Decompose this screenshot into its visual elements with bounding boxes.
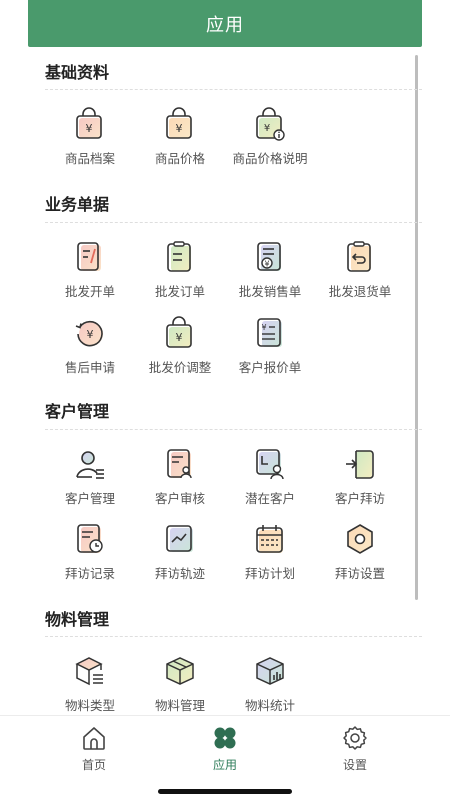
tab-label: 首页 — [81, 758, 106, 772]
trend-chart-icon — [166, 525, 193, 552]
app-item-label: 拜访设置 — [334, 566, 385, 581]
section-divider — [45, 222, 422, 223]
app-item-label: 批发开单 — [64, 284, 115, 299]
app-item-wholesale-sales[interactable]: ¥ 批发销售单 — [225, 239, 315, 301]
box-stats-icon — [256, 657, 284, 685]
shopping-bag-yen-icon: ¥ — [76, 107, 102, 139]
tab-label: 设置 — [342, 758, 367, 772]
app-item-visit-track[interactable]: 拜访轨迹 — [135, 521, 225, 583]
svg-text:¥: ¥ — [264, 123, 270, 134]
refund-yen-icon: ¥ — [75, 320, 103, 347]
shopping-bag-info-icon: ¥ — [256, 107, 285, 141]
svg-text:¥: ¥ — [261, 323, 266, 332]
apps-icon — [214, 727, 236, 749]
svg-text:¥: ¥ — [176, 331, 183, 344]
app-item-customer-visit[interactable]: 客户拜访 — [315, 446, 405, 508]
app-item-material-stats[interactable]: 物料统计 — [225, 653, 315, 715]
user-list-icon — [76, 451, 104, 479]
app-item-label: 商品价格 — [154, 151, 205, 166]
home-icon — [83, 727, 105, 750]
bottom-tab-bar: 首页 应用 设置 — [0, 715, 450, 800]
app-header: 应用 — [0, 0, 450, 47]
shopping-bag-yen-icon: ¥ — [166, 316, 192, 348]
section-title-material-mgmt: 物料管理 — [45, 610, 110, 629]
hexagon-settings-icon — [347, 524, 373, 554]
app-item-customer-quote[interactable]: ¥ 客户报价单 — [225, 315, 315, 377]
settings-icon — [343, 726, 367, 750]
svg-text:¥: ¥ — [87, 328, 94, 341]
scrollbar[interactable] — [415, 55, 418, 600]
app-item-label: 拜访轨迹 — [154, 566, 205, 581]
tab-apps[interactable]: 应用 — [185, 724, 265, 774]
app-item-material-type[interactable]: 物料类型 — [45, 653, 135, 715]
app-item-product-price[interactable]: ¥ 商品价格 — [135, 106, 225, 168]
app-item-price-adjust[interactable]: ¥ 批发价调整 — [135, 315, 225, 377]
visit-door-icon — [346, 450, 374, 479]
svg-text:¥: ¥ — [86, 122, 93, 135]
app-item-visit-records[interactable]: 拜访记录 — [45, 521, 135, 583]
tab-home[interactable]: 首页 — [54, 724, 134, 774]
potential-customer-icon — [256, 449, 284, 480]
app-item-label: 拜访记录 — [64, 566, 115, 581]
section-title-basic-data: 基础资料 — [45, 63, 110, 82]
app-item-label: 客户报价单 — [238, 360, 302, 375]
app-item-label: 物料统计 — [244, 698, 295, 713]
document-user-icon — [167, 449, 192, 479]
app-item-price-description[interactable]: ¥ 商品价格说明 — [225, 106, 315, 168]
app-item-material-management[interactable]: 物料管理 — [135, 653, 225, 715]
app-item-wholesale-billing[interactable]: 批发开单 — [45, 239, 135, 301]
app-item-wholesale-order[interactable]: 批发订单 — [135, 239, 225, 301]
box-list-icon — [75, 657, 103, 686]
app-item-label: 商品档案 — [64, 151, 115, 166]
app-item-label: 客户拜访 — [334, 491, 385, 506]
app-item-label: 拜访计划 — [244, 566, 295, 581]
app-item-customer-management[interactable]: 客户管理 — [45, 446, 135, 508]
page-title: 应用 — [206, 14, 244, 36]
app-item-label: 售后申请 — [64, 360, 115, 375]
app-item-label: 批发销售单 — [238, 284, 302, 299]
app-item-label: 客户管理 — [64, 491, 115, 506]
shopping-bag-yen-icon: ¥ — [166, 107, 192, 139]
app-item-label: 批发退货单 — [328, 284, 392, 299]
app-item-label: 物料类型 — [64, 698, 115, 713]
app-item-label: 批发订单 — [154, 284, 205, 299]
clipboard-icon — [167, 241, 191, 272]
box-icon — [166, 657, 194, 685]
app-item-product-archive[interactable]: ¥ 商品档案 — [45, 106, 135, 168]
tab-settings[interactable]: 设置 — [315, 724, 395, 774]
tab-label: 应用 — [212, 758, 237, 772]
app-item-potential-customer[interactable]: 潜在客户 — [225, 446, 315, 508]
app-item-wholesale-return[interactable]: 批发退货单 — [315, 239, 405, 301]
edit-document-icon — [77, 242, 101, 271]
app-item-label: 物料管理 — [154, 698, 205, 713]
section-divider — [45, 429, 422, 430]
clipboard-return-icon — [347, 241, 371, 272]
app-item-customer-review[interactable]: 客户审核 — [135, 446, 225, 508]
section-divider — [45, 636, 422, 637]
invoice-yen-icon: ¥ — [257, 242, 281, 271]
calendar-icon — [256, 525, 283, 553]
app-item-label: 潜在客户 — [244, 491, 295, 506]
app-item-label: 客户审核 — [154, 491, 205, 506]
app-item-visit-plan[interactable]: 拜访计划 — [225, 521, 315, 583]
section-divider — [45, 89, 422, 90]
app-item-label: 批发价调整 — [148, 360, 212, 375]
app-item-label: 商品价格说明 — [232, 151, 308, 166]
apps-content[interactable]: 基础资料 ¥ 商品档案 ¥ 商品价格 ¥ 商品价格说明 业务单据 批发开单 批发… — [28, 47, 422, 715]
section-title-business-docs: 业务单据 — [45, 195, 110, 214]
section-title-customer-mgmt: 客户管理 — [45, 402, 110, 421]
svg-text:¥: ¥ — [176, 122, 183, 135]
app-item-visit-settings[interactable]: 拜访设置 — [315, 521, 405, 583]
quote-document-icon: ¥ — [257, 318, 282, 347]
record-clock-icon — [77, 524, 103, 553]
svg-text:¥: ¥ — [264, 260, 269, 269]
app-item-after-sales[interactable]: ¥ 售后申请 — [45, 315, 135, 377]
home-indicator — [158, 789, 292, 794]
